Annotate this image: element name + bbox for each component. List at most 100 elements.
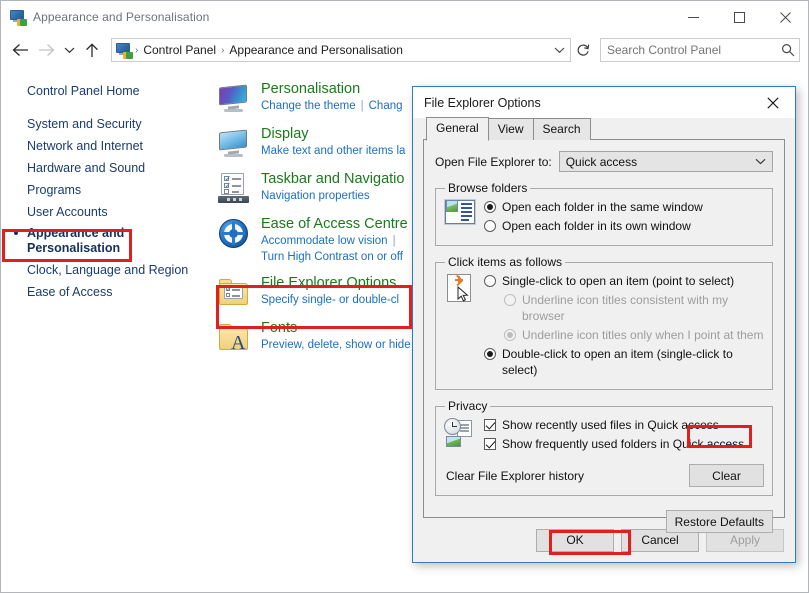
link-navigation-properties[interactable]: Navigation properties [261, 190, 370, 202]
search-input[interactable] [601, 43, 777, 57]
open-file-explorer-label: Open File Explorer to: [435, 154, 552, 169]
category-title-personalisation[interactable]: Personalisation [261, 80, 403, 98]
address-bar: › Control Panel › Appearance and Persona… [1, 33, 808, 67]
link-accommodate-low-vision[interactable]: Accommodate low vision [261, 235, 388, 247]
back-button[interactable] [7, 37, 33, 63]
radio-underline-on-hover: Underline icon titles only when I point … [484, 327, 764, 343]
category-title-ease-of-access-centre[interactable]: Ease of Access Centre [261, 215, 408, 233]
link-separator: | [360, 100, 364, 112]
checkbox-icon[interactable] [484, 438, 496, 450]
breadcrumb-item-control-panel[interactable]: Control Panel [139, 43, 220, 57]
category-links: Change the theme | Chang [261, 98, 403, 114]
browse-folders-icon [444, 198, 484, 237]
category-title-file-explorer-options[interactable]: File Explorer Options [261, 274, 399, 292]
sidebar-item-hardware-and-sound[interactable]: Hardware and Sound [1, 157, 213, 179]
sidebar-item-user-accounts[interactable]: User Accounts [1, 201, 213, 223]
link-specify-single-or-double-click[interactable]: Specify single- or double-cl [261, 294, 399, 306]
window-titlebar: Appearance and Personalisation [1, 1, 808, 33]
sidebar-item-network-and-internet[interactable]: Network and Internet [1, 135, 213, 157]
category-links-second: Turn High Contrast on or off [261, 249, 408, 265]
breadcrumb-control-panel-icon[interactable] [116, 42, 133, 59]
link-turn-high-contrast-on-or-off[interactable]: Turn High Contrast on or off [261, 251, 403, 263]
sidebar: Control Panel Home System and Security N… [1, 67, 213, 592]
category-links: Accommodate low vision | [261, 233, 408, 249]
link-change-the-theme[interactable]: Change the theme [261, 100, 356, 112]
sidebar-item-label: Appearance and Personalisation [27, 226, 125, 255]
browse-folders-group: Browse folders Open each folder in the s… [435, 181, 773, 246]
window-controls [670, 1, 808, 33]
dialog-tabs: General View Search [426, 117, 785, 141]
checkbox-show-recent-files[interactable]: Show recently used files in Quick access [484, 417, 764, 433]
search-icon[interactable] [777, 39, 799, 61]
checkbox-label: Show recently used files in Quick access [502, 418, 719, 432]
recent-locations-chevron-down-icon[interactable] [59, 37, 79, 63]
privacy-options: Show recently used files in Quick access… [484, 416, 764, 455]
link-change-truncated[interactable]: Chang [369, 100, 403, 112]
category-title-fonts[interactable]: Fonts [261, 319, 411, 337]
radio-icon [504, 294, 516, 306]
radio-open-own-window[interactable]: Open each folder in its own window [484, 218, 764, 234]
breadcrumb-item-appearance-and-personalisation[interactable]: Appearance and Personalisation [225, 43, 406, 57]
restore-defaults-button[interactable]: Restore Defaults [665, 510, 773, 533]
radio-single-click[interactable]: Single-click to open an item (point to s… [484, 273, 764, 289]
radio-label: Double-click to open an item (single-cli… [502, 347, 733, 377]
radio-label: Single-click to open an item (point to s… [502, 274, 735, 288]
sidebar-item-control-panel-home[interactable]: Control Panel Home [1, 80, 213, 102]
forward-button[interactable] [33, 37, 59, 63]
open-file-explorer-to-dropdown[interactable]: Quick access [558, 151, 773, 172]
click-items-icon [444, 272, 484, 381]
radio-double-click[interactable]: Double-click to open an item (single-cli… [484, 346, 764, 378]
category-text: Personalisation Change the theme | Chang [261, 80, 403, 114]
radio-icon[interactable] [484, 201, 496, 213]
tab-search[interactable]: Search [532, 118, 591, 140]
radio-icon[interactable] [484, 348, 496, 360]
category-links: Navigation properties [261, 188, 404, 204]
search-box[interactable] [600, 38, 800, 62]
link-preview-delete-show-or-hide[interactable]: Preview, delete, show or hide [261, 339, 411, 351]
monitor-display-icon [217, 127, 251, 161]
category-title-display[interactable]: Display [261, 125, 405, 143]
category-links: Specify single- or double-cl [261, 292, 399, 308]
checkbox-show-frequent-folders[interactable]: Show frequently used folders in Quick ac… [484, 436, 764, 452]
dialog-body: General View Search Open File Explorer t… [413, 117, 795, 533]
click-items-group: Click items as follows Single-click to o… [435, 255, 773, 390]
radio-open-same-window[interactable]: Open each folder in the same window [484, 199, 764, 215]
checkbox-icon[interactable] [484, 419, 496, 431]
close-button[interactable] [762, 1, 808, 33]
sidebar-item-ease-of-access[interactable]: Ease of Access [1, 281, 213, 303]
fonts-icon: A [217, 321, 251, 355]
dialog-close-icon[interactable] [751, 87, 795, 118]
chevron-down-icon[interactable] [751, 156, 770, 168]
radio-label: Open each folder in its own window [502, 219, 691, 233]
minimize-button[interactable] [670, 1, 716, 33]
sidebar-item-system-and-security[interactable]: System and Security [1, 113, 213, 135]
privacy-group: Privacy Show recently used files in Quic… [435, 399, 773, 496]
click-items-options: Single-click to open an item (point to s… [484, 272, 764, 381]
category-text: File Explorer Options Specify single- or… [261, 274, 399, 308]
tab-view[interactable]: View [487, 118, 534, 140]
maximize-button[interactable] [716, 1, 762, 33]
refresh-button[interactable] [572, 38, 594, 62]
category-text: Taskbar and Navigatio Navigation propert… [261, 170, 404, 204]
control-panel-icon [10, 9, 27, 26]
sidebar-item-appearance-and-personalisation[interactable]: Appearance and Personalisation [1, 223, 213, 259]
clear-button[interactable]: Clear [689, 464, 764, 487]
link-make-text-larger[interactable]: Make text and other items la [261, 145, 405, 157]
breadcrumb[interactable]: › Control Panel › Appearance and Persona… [111, 38, 571, 62]
file-explorer-options-dialog: File Explorer Options General View Searc… [412, 86, 796, 563]
sidebar-item-clock-language-and-region[interactable]: Clock, Language and Region [1, 259, 213, 281]
category-links: Make text and other items la [261, 143, 405, 159]
ease-of-access-icon [217, 217, 251, 251]
category-title-taskbar-and-navigation[interactable]: Taskbar and Navigatio [261, 170, 404, 188]
radio-underline-consistent: Underline icon titles consistent with my… [484, 292, 764, 324]
radio-label: Underline icon titles only when I point … [522, 328, 764, 342]
radio-icon[interactable] [484, 275, 496, 287]
clear-history-label: Clear File Explorer history [446, 468, 585, 483]
link-separator: | [392, 235, 396, 247]
radio-icon[interactable] [484, 220, 496, 232]
sidebar-item-programs[interactable]: Programs [1, 179, 213, 201]
tab-general[interactable]: General [426, 117, 489, 141]
up-button[interactable] [79, 37, 105, 63]
breadcrumb-chevron-down-icon[interactable] [550, 39, 568, 61]
